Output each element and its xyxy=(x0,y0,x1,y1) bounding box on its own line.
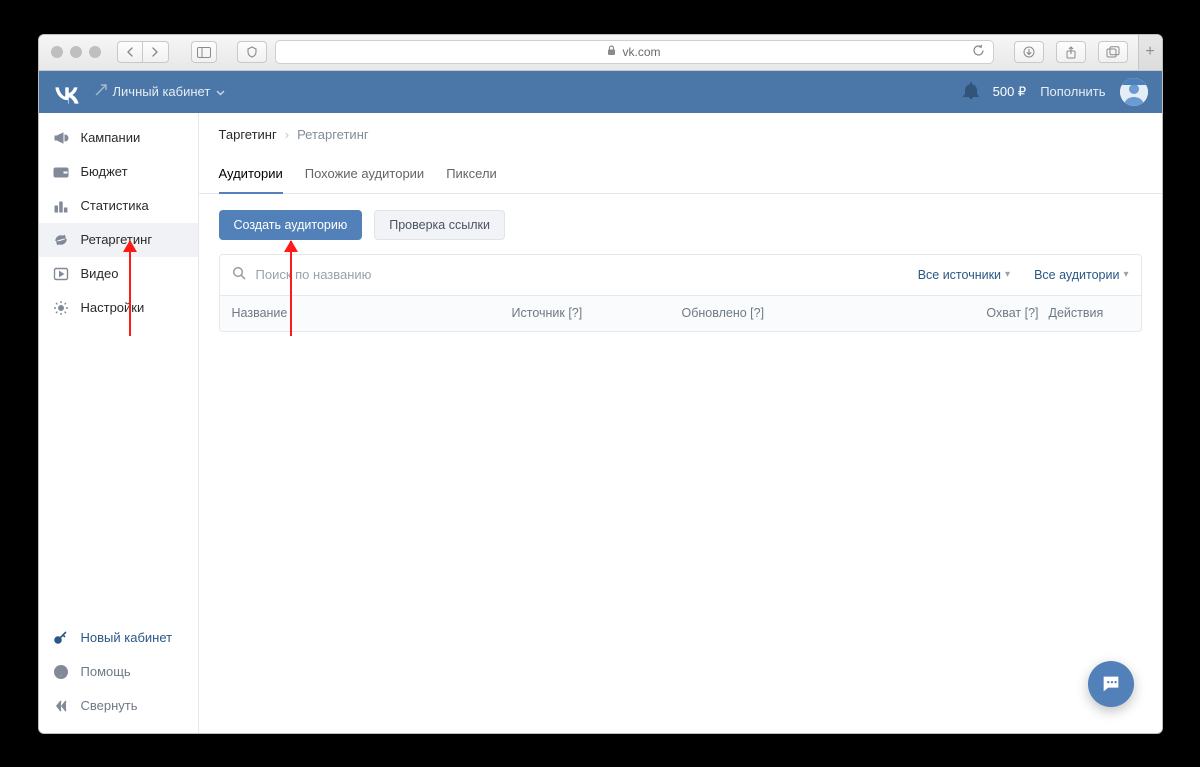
col-actions: Действия xyxy=(1039,306,1129,320)
gear-icon xyxy=(53,300,69,316)
sidebar-item-label: Статистика xyxy=(81,198,149,213)
arrow-icon xyxy=(95,84,107,99)
back-button[interactable] xyxy=(117,41,143,63)
tabs: Аудитории Похожие аудитории Пиксели xyxy=(199,152,1162,194)
sidebar-item-settings[interactable]: Настройки xyxy=(39,291,198,325)
check-link-button[interactable]: Проверка ссылки xyxy=(374,210,505,240)
search-icon xyxy=(232,266,246,283)
sidebar-item-label: Бюджет xyxy=(81,164,128,179)
sidebar-item-label: Кампании xyxy=(81,130,141,145)
vk-logo-icon[interactable] xyxy=(53,78,81,106)
minimize-window-icon[interactable] xyxy=(70,46,82,58)
breadcrumb-current: Ретаргетинг xyxy=(297,127,369,142)
forward-button[interactable] xyxy=(143,41,169,63)
address-bar[interactable]: vk.com xyxy=(275,40,994,64)
sidebar-item-label: Помощь xyxy=(81,664,131,679)
chevron-down-icon: ▾ xyxy=(1005,269,1010,280)
nav-back-forward xyxy=(117,41,169,63)
col-reach: Охват [?] xyxy=(922,306,1039,320)
balance-label: 500 ₽ xyxy=(993,84,1027,100)
downloads-button[interactable] xyxy=(1014,41,1044,63)
zoom-window-icon[interactable] xyxy=(89,46,101,58)
new-tab-button[interactable]: + xyxy=(1138,34,1162,70)
play-icon xyxy=(53,266,69,282)
close-window-icon[interactable] xyxy=(51,46,63,58)
topup-link[interactable]: Пополнить xyxy=(1040,84,1105,99)
sidebar-item-campaigns[interactable]: Кампании xyxy=(39,121,198,155)
vk-header: Личный кабинет 500 ₽ Пополнить xyxy=(39,71,1162,113)
wallet-icon xyxy=(53,164,69,180)
bars-icon xyxy=(53,198,69,214)
audience-select[interactable]: Все аудитории ▾ xyxy=(1034,268,1128,282)
url-host: vk.com xyxy=(622,45,660,59)
collapse-icon xyxy=(53,698,69,714)
vk-body: Кампании Бюджет Статистика Ретаргетинг xyxy=(39,113,1162,733)
bell-icon[interactable] xyxy=(963,82,979,102)
sidebar-item-stats[interactable]: Статистика xyxy=(39,189,198,223)
chevron-right-icon: › xyxy=(285,127,289,142)
sidebar-item-label: Настройки xyxy=(81,300,145,315)
chevron-down-icon: ▾ xyxy=(1123,269,1128,280)
source-select[interactable]: Все источники ▾ xyxy=(918,268,1010,282)
audience-select-label: Все аудитории xyxy=(1034,268,1119,282)
privacy-report-button[interactable] xyxy=(237,41,267,63)
window-controls[interactable] xyxy=(51,46,101,58)
main-area: Таргетинг › Ретаргетинг Аудитории Похожи… xyxy=(199,113,1162,733)
reload-icon[interactable] xyxy=(972,44,985,60)
sidebar-item-label: Ретаргетинг xyxy=(81,232,153,247)
browser-titlebar: vk.com + xyxy=(39,35,1162,71)
sidebar-collapse[interactable]: Свернуть xyxy=(39,689,198,723)
cabinet-selector[interactable]: Личный кабинет xyxy=(95,84,226,99)
sidebar-new-cabinet[interactable]: Новый кабинет xyxy=(39,621,198,655)
key-icon xyxy=(53,630,69,646)
breadcrumb: Таргетинг › Ретаргетинг xyxy=(199,113,1162,152)
vk-app: Личный кабинет 500 ₽ Пополнить xyxy=(39,71,1162,733)
create-audience-button[interactable]: Создать аудиторию xyxy=(219,210,363,240)
annotation-arrow xyxy=(290,241,292,336)
header-right: 500 ₽ Пополнить xyxy=(963,78,1148,106)
sidebar-item-label: Видео xyxy=(81,266,119,281)
chat-fab[interactable] xyxy=(1088,661,1134,707)
col-source: Источник [?] xyxy=(512,306,682,320)
tab-lookalike[interactable]: Похожие аудитории xyxy=(305,156,424,193)
tab-audiences[interactable]: Аудитории xyxy=(219,156,283,193)
chevron-down-icon xyxy=(216,84,225,99)
address-bar-area: vk.com xyxy=(237,40,994,64)
col-name: Название xyxy=(232,306,512,320)
sidebar: Кампании Бюджет Статистика Ретаргетинг xyxy=(39,113,199,733)
actions-row: Создать аудиторию Проверка ссылки xyxy=(199,194,1162,254)
sidebar-item-budget[interactable]: Бюджет xyxy=(39,155,198,189)
cabinet-label: Личный кабинет xyxy=(113,84,211,99)
megaphone-icon xyxy=(53,130,69,146)
sidebar-item-retargeting[interactable]: Ретаргетинг xyxy=(39,223,198,257)
filter-bar: Все источники ▾ Все аудитории ▾ xyxy=(219,254,1142,296)
lock-icon xyxy=(607,45,616,59)
table-header: Название Источник [?] Обновлено [?] Охва… xyxy=(219,296,1142,332)
help-icon xyxy=(53,664,69,680)
annotation-arrow xyxy=(129,241,131,336)
sidebar-item-video[interactable]: Видео xyxy=(39,257,198,291)
source-select-label: Все источники xyxy=(918,268,1001,282)
share-button[interactable] xyxy=(1056,41,1086,63)
breadcrumb-root[interactable]: Таргетинг xyxy=(219,127,277,142)
tabs-button[interactable] xyxy=(1098,41,1128,63)
sidebar-toggle-button[interactable] xyxy=(191,41,217,63)
col-updated: Обновлено [?] xyxy=(682,306,922,320)
sidebar-help[interactable]: Помощь xyxy=(39,655,198,689)
sidebar-item-label: Новый кабинет xyxy=(81,630,173,645)
avatar[interactable] xyxy=(1120,78,1148,106)
tab-pixels[interactable]: Пиксели xyxy=(446,156,497,193)
safari-window: vk.com + Личный каби xyxy=(38,34,1163,734)
retarget-icon xyxy=(53,232,69,248)
search-input[interactable] xyxy=(256,267,894,282)
sidebar-item-label: Свернуть xyxy=(81,698,138,713)
